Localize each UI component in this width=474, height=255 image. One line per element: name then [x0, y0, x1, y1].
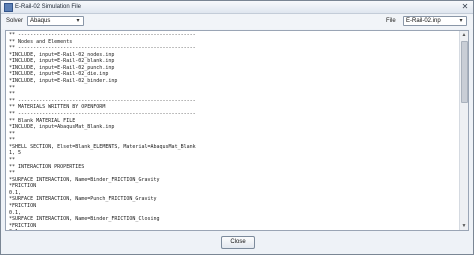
simulation-file-window: E-Rail-02 Simulation File ✕ Solver Abaqu…	[0, 0, 474, 255]
code-line: *INCLUDE, input=E-Rail-02_die.inp	[9, 71, 109, 78]
code-line: **	[9, 130, 16, 137]
code-line: ** MATERIALS WRITTEN BY OPENFORM	[9, 104, 106, 111]
code-line: ** -------------------------------------…	[9, 45, 196, 52]
code-line: 0.1,	[9, 189, 22, 196]
scroll-up-icon[interactable]: ▲	[460, 31, 468, 39]
code-line: *SURFACE INTERACTION, Name=Binder_FRICTI…	[9, 216, 160, 223]
footer-bar: Close	[1, 233, 473, 254]
code-line: *INCLUDE, input=AbaqusMat_Blank.inp	[9, 124, 115, 131]
code-line: 1, 5	[9, 150, 22, 157]
code-line: ** -------------------------------------…	[9, 97, 196, 104]
code-line: ** Nodes and Elements	[9, 38, 73, 45]
solver-label: Solver	[6, 18, 24, 24]
file-content-textarea[interactable]: ** -------------------------------------…	[5, 30, 469, 231]
code-line: 0.1,	[9, 209, 22, 216]
code-line: *SURFACE INTERACTION, Name=Binder_FRICTI…	[9, 176, 160, 183]
code-line: ** -------------------------------------…	[9, 32, 196, 38]
code-line: *INCLUDE, input=E-Rail-02_punch.inp	[9, 64, 115, 71]
file-select-value: E-Rail-02.inp	[406, 18, 441, 24]
code-line: *FRICTION	[9, 203, 37, 210]
scroll-down-icon[interactable]: ▼	[460, 222, 468, 230]
code-line: *SHELL SECTION, Elset=Blank_ELEMENTS, Ma…	[9, 143, 196, 150]
code-line: **	[9, 84, 16, 91]
code-line: **	[9, 170, 16, 177]
code-line: **	[9, 156, 16, 163]
scrollbar-thumb[interactable]	[461, 41, 468, 103]
chevron-down-icon: ▾	[459, 18, 463, 24]
close-icon[interactable]: ✕	[460, 2, 470, 11]
code-line: ** -------------------------------------…	[9, 110, 196, 117]
file-select[interactable]: E-Rail-02.inp ▾	[403, 16, 467, 26]
code-text: ** -------------------------------------…	[9, 32, 459, 230]
code-line: *INCLUDE, input=E-Rail-02_nodes.inp	[9, 51, 115, 58]
code-line: *INCLUDE, input=E-Rail-02_blank.inp	[9, 58, 115, 65]
vertical-scrollbar[interactable]: ▲ ▼	[459, 31, 468, 230]
code-line: *FRICTION	[9, 183, 37, 190]
code-line: *INCLUDE, input=E-Rail-02_binder.inp	[9, 78, 118, 85]
close-button[interactable]: Close	[221, 236, 255, 249]
code-line: **	[9, 137, 16, 144]
code-line: ** Blank MATERIAL FILE	[9, 117, 76, 124]
chevron-down-icon: ▾	[76, 18, 80, 24]
title-bar: E-Rail-02 Simulation File ✕	[1, 1, 473, 14]
code-line: ** INTERACTION PROPERTIES	[9, 163, 85, 170]
window-title: E-Rail-02 Simulation File	[15, 4, 82, 10]
file-label: File	[386, 18, 396, 24]
code-line: 0.1,	[9, 229, 459, 230]
code-line: **	[9, 91, 16, 98]
toolbar: Solver Abaqus ▾ File E-Rail-02.inp ▾	[1, 14, 473, 29]
code-line: *FRICTION	[9, 222, 37, 229]
solver-select-value: Abaqus	[30, 18, 51, 24]
window-app-icon	[4, 3, 13, 12]
solver-select[interactable]: Abaqus ▾	[27, 16, 84, 26]
code-line: *SURFACE INTERACTION, Name=Punch_FRICTIO…	[9, 196, 157, 203]
